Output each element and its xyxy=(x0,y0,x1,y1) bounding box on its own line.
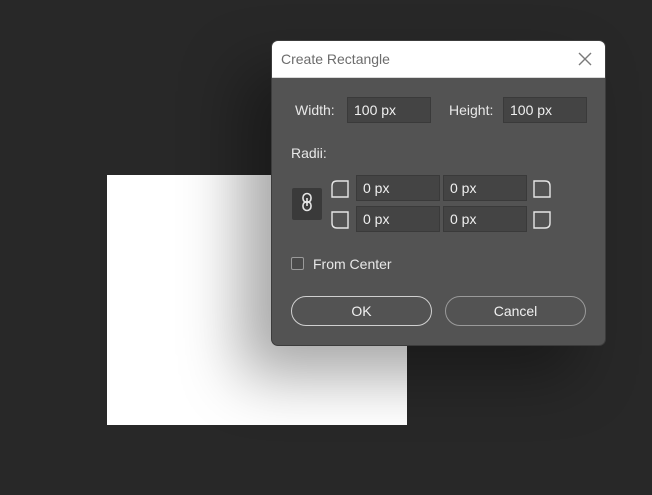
from-center-checkbox[interactable] xyxy=(291,257,304,270)
ok-button[interactable]: OK xyxy=(291,296,432,326)
chain-link-icon xyxy=(300,192,314,217)
from-center-label[interactable]: From Center xyxy=(313,256,392,272)
width-label: Width: xyxy=(295,102,335,118)
corner-bottom-left-icon xyxy=(331,211,349,229)
radius-top-left-input[interactable] xyxy=(356,175,440,201)
cancel-button[interactable]: Cancel xyxy=(445,296,586,326)
radius-bottom-right-input[interactable] xyxy=(443,206,527,232)
height-input[interactable] xyxy=(503,97,587,123)
close-icon[interactable] xyxy=(577,51,593,67)
width-input[interactable] xyxy=(347,97,431,123)
height-label: Height: xyxy=(449,102,494,118)
corner-top-left-icon xyxy=(331,180,349,198)
dialog-title: Create Rectangle xyxy=(281,51,390,67)
corner-top-right-icon xyxy=(533,180,551,198)
radii-label: Radii: xyxy=(291,145,327,161)
radius-bottom-left-input[interactable] xyxy=(356,206,440,232)
link-radii-button[interactable] xyxy=(292,188,322,220)
create-rectangle-dialog: Create Rectangle Width: Height: Radii: xyxy=(271,40,606,346)
dialog-titlebar: Create Rectangle xyxy=(272,41,605,78)
radius-top-right-input[interactable] xyxy=(443,175,527,201)
corner-bottom-right-icon xyxy=(533,211,551,229)
